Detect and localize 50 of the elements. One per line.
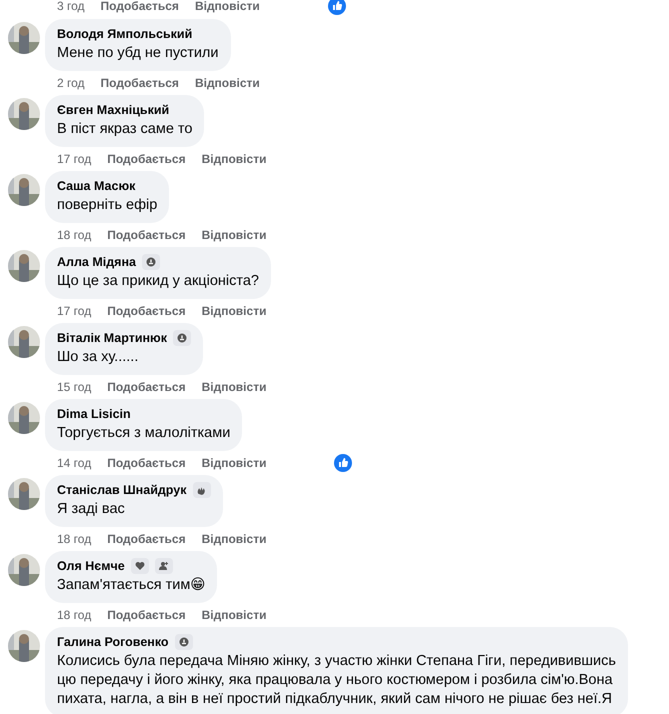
- author-name[interactable]: Саша Масюк: [57, 178, 136, 194]
- comment-text: Шо за ху......: [57, 348, 140, 367]
- person-add-icon: [154, 558, 173, 574]
- like-link[interactable]: Подобається: [107, 456, 186, 470]
- comment-time[interactable]: 18 год: [57, 608, 92, 622]
- comment-time[interactable]: 3 год: [57, 0, 85, 13]
- hand-icon: [192, 482, 210, 498]
- author-name[interactable]: Євген Махніцький: [57, 102, 170, 118]
- comment-text: поверніть ефір: [57, 196, 158, 215]
- like-link[interactable]: Подобається: [107, 380, 186, 394]
- comment-time[interactable]: 18 год: [57, 532, 92, 546]
- reply-link[interactable]: Відповісти: [202, 380, 266, 394]
- comment-text: В піст якраз саме то: [57, 120, 192, 139]
- comment-time[interactable]: 17 год: [57, 152, 92, 166]
- badge-icon: [142, 254, 160, 270]
- like-link[interactable]: Подобається: [107, 532, 186, 546]
- comment-time[interactable]: 18 год: [57, 228, 92, 242]
- author-name[interactable]: Станіслав Шнайдрук: [57, 482, 186, 498]
- author-name[interactable]: Алла Мідяна: [57, 254, 136, 270]
- reply-link[interactable]: Відповісти: [202, 304, 266, 318]
- comment-text: Торгується з малолітками: [57, 424, 230, 443]
- comment-text: Що це за прикид у акціоніста?: [57, 272, 259, 291]
- author-name[interactable]: Володя Ямпольський: [57, 26, 192, 42]
- comment-text: Я заді вас: [57, 500, 126, 519]
- like-link[interactable]: Подобається: [100, 76, 179, 90]
- reply-link[interactable]: Відповісти: [202, 608, 266, 622]
- comment-time[interactable]: 14 год: [57, 456, 92, 470]
- author-name[interactable]: Віталік Мартинюк: [57, 330, 167, 346]
- badge-icon: [174, 634, 193, 650]
- badge-icon: [173, 330, 191, 346]
- like-link[interactable]: Подобається: [107, 152, 186, 166]
- author-name[interactable]: Оля Нємче: [57, 558, 125, 574]
- reply-link[interactable]: Відповісти: [202, 532, 266, 546]
- like-link[interactable]: Подобається: [107, 228, 186, 242]
- like-link[interactable]: Подобається: [107, 304, 186, 318]
- reply-link[interactable]: Відповісти: [202, 456, 266, 470]
- author-name[interactable]: Dima Lisicin: [57, 406, 131, 422]
- reply-link[interactable]: Відповісти: [194, 0, 260, 13]
- like-link[interactable]: Подобається: [107, 608, 186, 622]
- comment-time[interactable]: 15 год: [57, 380, 92, 394]
- comment-text: Мене по убд не пустили: [57, 44, 218, 63]
- comment-time[interactable]: 17 год: [57, 304, 92, 318]
- reply-link[interactable]: Відповісти: [194, 76, 260, 90]
- reply-link[interactable]: Відповісти: [202, 228, 266, 242]
- comment-text: Запам'ятається тим😁: [57, 576, 206, 595]
- reply-link[interactable]: Відповісти: [202, 152, 266, 166]
- author-name[interactable]: Галина Роговенко: [57, 634, 169, 650]
- like-link[interactable]: Подобається: [100, 0, 179, 13]
- comment-time[interactable]: 2 год: [57, 76, 85, 90]
- comment-text: Колисись була передача Міняю жінку, з участю жінки Степана Гіги, передивившись цю передачу і його жінку, яка працювала у нього костюмером і розбила сім'ю.Вона пихата, нагла, а він в неї простий підкаблучник, який сам нічого не рішає без неї.Я: [57, 652, 616, 709]
